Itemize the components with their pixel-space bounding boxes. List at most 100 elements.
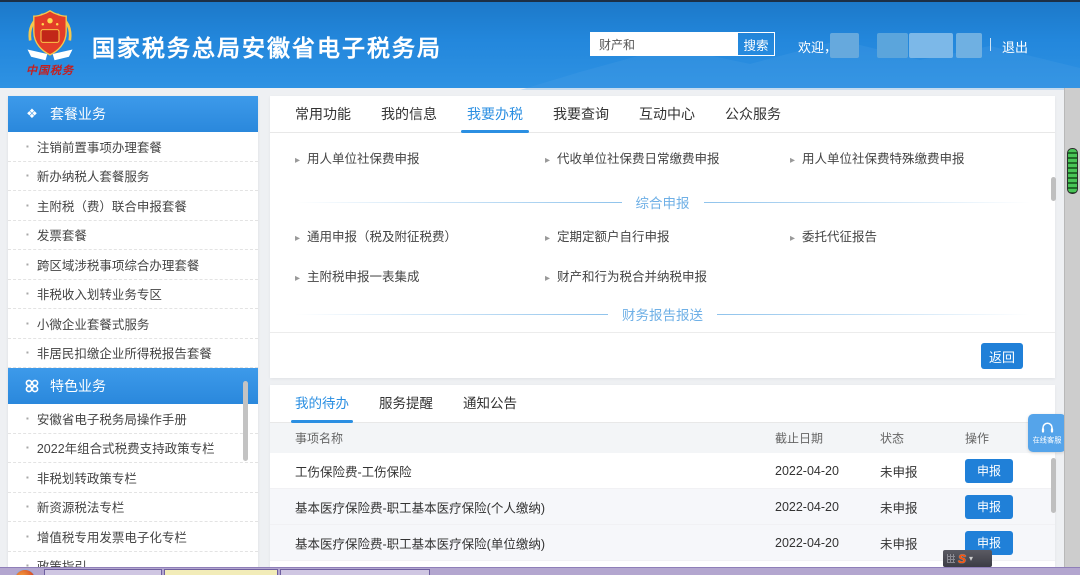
window-scrollbar[interactable] xyxy=(1064,88,1080,567)
column-status: 状态 xyxy=(880,430,904,447)
sidebar-item-label: 主附税（费）联合申报套餐 xyxy=(37,196,187,215)
bullet-icon xyxy=(26,289,29,298)
declare-button[interactable]: 申报 xyxy=(965,459,1013,483)
status-text: 未申报 xyxy=(880,461,918,480)
sidebar-scrollbar-thumb[interactable] xyxy=(243,381,248,461)
bullet-icon xyxy=(26,473,29,482)
sidebar-section-title: 套餐业务 xyxy=(50,104,106,124)
tab-my-info[interactable]: 我的信息 xyxy=(381,96,437,133)
sidebar-item-label: 新资源税法专栏 xyxy=(37,497,125,516)
arrow-icon xyxy=(790,155,795,166)
divider-line xyxy=(295,202,622,203)
tab-my-todo[interactable]: 我的待办 xyxy=(295,385,349,423)
sidebar-item[interactable]: 主附税（费）联合申报套餐 xyxy=(8,191,258,221)
sogou-input-toolbar[interactable]: S ▾ xyxy=(943,550,992,567)
panel-footer: 返回 xyxy=(270,332,1055,378)
tab-public-service[interactable]: 公众服务 xyxy=(725,96,781,133)
page: 中国税务 国家税务总局安徽省电子税务局 搜索 欢迎， 退出 ❖ 套餐业务 注销前… xyxy=(0,0,1080,575)
sidebar-item[interactable]: 非税收入划转业务专区 xyxy=(8,280,258,310)
link-item[interactable]: 主附税申报一表集成 xyxy=(295,266,420,285)
sidebar-item-label: 新办纳税人套餐服务 xyxy=(37,166,150,185)
link-item[interactable]: 定期定额户自行申报 xyxy=(545,226,670,245)
sidebar-item[interactable]: 跨区域涉税事项综合办理套餐 xyxy=(8,250,258,280)
bullet-icon xyxy=(26,230,29,239)
page-title: 国家税务总局安徽省电子税务局 xyxy=(92,29,442,63)
app-logo: 中国税务 xyxy=(18,8,82,84)
redacted-username xyxy=(956,33,982,58)
column-item-name: 事项名称 xyxy=(295,430,343,447)
redacted-username xyxy=(877,33,908,58)
section-title: 财务报告报送 xyxy=(622,304,703,324)
search-button[interactable]: 搜索 xyxy=(737,32,775,56)
section-divider-comprehensive-declaration: 综合申报 xyxy=(295,192,1030,212)
tab-interaction-center[interactable]: 互动中心 xyxy=(639,96,695,133)
arrow-icon xyxy=(295,273,300,284)
tab-inquiry[interactable]: 我要查询 xyxy=(553,96,609,133)
tab-common-functions[interactable]: 常用功能 xyxy=(295,96,351,133)
bullet-icon xyxy=(26,171,29,180)
sidebar-item-label: 小微企业套餐式服务 xyxy=(37,314,150,333)
sidebar-item[interactable]: 2022年组合式税费支持政策专栏 xyxy=(8,434,258,464)
panel-scrollbar-thumb[interactable] xyxy=(1051,458,1056,513)
arrow-icon xyxy=(545,273,550,284)
table-header: 事项名称 截止日期 状态 操作 xyxy=(270,423,1055,453)
sidebar-item[interactable]: 注销前置事项办理套餐 xyxy=(8,132,258,162)
link-item[interactable]: 用人单位社保费申报 xyxy=(295,148,420,167)
link-item[interactable]: 用人单位社保费特殊缴费申报 xyxy=(790,148,965,167)
sidebar-item[interactable]: 安徽省电子税务局操作手册 xyxy=(8,404,258,434)
online-service-button[interactable]: 在线客服 xyxy=(1028,414,1066,452)
tab-tax-handling[interactable]: 我要办税 xyxy=(467,96,523,133)
browser-taskbar-icon[interactable] xyxy=(14,569,36,575)
window-scrollbar-thumb[interactable] xyxy=(1067,148,1078,194)
deadline-text: 2022-04-20 xyxy=(775,464,839,478)
bullet-icon xyxy=(26,502,29,511)
link-label: 通用申报（税及附征税费） xyxy=(307,230,457,244)
table-row: 工伤保险费-工伤保险 2022-04-20 未申报 申报 xyxy=(270,453,1055,489)
sidebar-item[interactable]: 小微企业套餐式服务 xyxy=(8,309,258,339)
sidebar-item-label: 发票套餐 xyxy=(37,225,87,244)
divider-line xyxy=(717,314,1030,315)
search-input[interactable] xyxy=(590,32,737,56)
sidebar-item-label: 2022年组合式税费支持政策专栏 xyxy=(37,438,215,457)
tab-notices[interactable]: 通知公告 xyxy=(463,385,517,423)
sidebar-item[interactable]: 新资源税法专栏 xyxy=(8,493,258,523)
todo-tabbar: 我的待办 服务提醒 通知公告 xyxy=(270,385,1055,423)
link-item[interactable]: 委托代征报告 xyxy=(790,226,877,245)
sidebar-item-label: 注销前置事项办理套餐 xyxy=(37,137,162,156)
declare-button[interactable]: 申报 xyxy=(965,495,1013,519)
link-label: 委托代征报告 xyxy=(802,230,877,244)
link-item[interactable]: 通用申报（税及附征税费） xyxy=(295,226,457,245)
sidebar-section-title: 特色业务 xyxy=(50,376,106,396)
back-button[interactable]: 返回 xyxy=(981,343,1023,369)
sidebar-item[interactable]: 新办纳税人套餐服务 xyxy=(8,162,258,192)
link-item[interactable]: 财产和行为税合并纳税申报 xyxy=(545,266,707,285)
taskbar-item[interactable] xyxy=(44,569,162,575)
link-label: 用人单位社保费申报 xyxy=(307,152,420,166)
taskbar-item[interactable] xyxy=(164,569,278,575)
sidebar-item-label: 非税划转政策专栏 xyxy=(37,468,137,487)
panel-scrollbar-thumb[interactable] xyxy=(1051,177,1056,201)
sidebar-item[interactable]: 非税划转政策专栏 xyxy=(8,463,258,493)
sidebar-item[interactable]: 增值税专用发票电子化专栏 xyxy=(8,522,258,552)
headset-icon xyxy=(1040,421,1055,433)
arrow-icon xyxy=(295,233,300,244)
arrow-icon xyxy=(295,155,300,166)
bullet-icon xyxy=(26,319,29,328)
sidebar-item[interactable]: 发票套餐 xyxy=(8,221,258,251)
header: 中国税务 国家税务总局安徽省电子税务局 搜索 欢迎， 退出 xyxy=(0,0,1080,88)
sidebar-item-label: 非税收入划转业务专区 xyxy=(37,284,162,303)
link-label: 定期定额户自行申报 xyxy=(557,230,670,244)
tab-service-reminder[interactable]: 服务提醒 xyxy=(379,385,433,423)
layers-icon: ❖ xyxy=(24,106,40,122)
sidebar-item-label: 增值税专用发票电子化专栏 xyxy=(37,527,187,546)
bullet-icon xyxy=(26,443,29,452)
logout-link[interactable]: 退出 xyxy=(1002,37,1028,56)
taskbar-item[interactable] xyxy=(280,569,430,575)
sidebar-section-featured-business[interactable]: 特色业务 xyxy=(8,368,258,404)
todo-panel: 我的待办 服务提醒 通知公告 事项名称 截止日期 状态 操作 工伤保险费-工伤保… xyxy=(270,385,1055,575)
column-deadline: 截止日期 xyxy=(775,430,823,447)
sidebar-section-package-business[interactable]: ❖ 套餐业务 xyxy=(8,96,258,132)
sidebar-item[interactable]: 非居民扣缴企业所得税报告套餐 xyxy=(8,339,258,369)
link-item[interactable]: 代收单位社保费日常缴费申报 xyxy=(545,148,720,167)
section-divider-financial-report: 财务报告报送 xyxy=(295,304,1030,324)
